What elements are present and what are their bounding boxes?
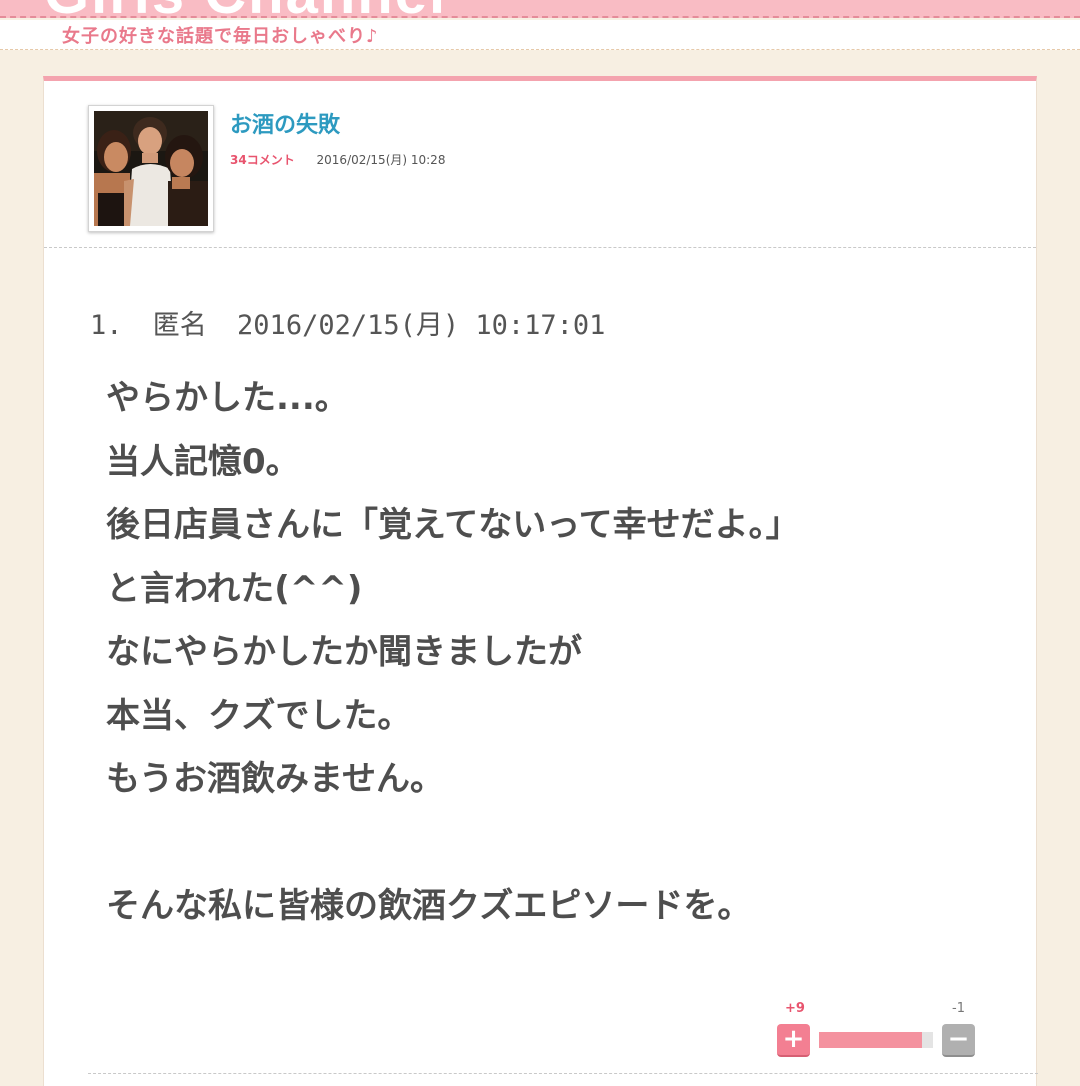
comment-divider	[88, 1073, 1038, 1074]
comment-line: 後日店員さんに「覚えてないって幸せだよ。」	[106, 505, 800, 545]
comment-line: やらかした...。	[106, 378, 349, 418]
minus-vote-count: -1	[952, 1001, 965, 1016]
minus-vote-button[interactable]: −	[942, 1024, 975, 1057]
comment-datetime: 2016/02/15(月) 10:17:01	[237, 310, 606, 341]
comment-number: 1.	[90, 310, 123, 341]
site-logo[interactable]: Girls Channel	[44, 0, 447, 16]
topic-title[interactable]: お酒の失敗	[230, 107, 340, 139]
comment-count[interactable]: 34コメント	[230, 153, 295, 167]
tagline-bar: 女子の好きな話題で毎日おしゃべり♪	[0, 20, 1080, 50]
minus-icon: −	[947, 1024, 970, 1054]
topic-card: お酒の失敗 34コメント 2016/02/15(月) 10:28 1. 匿名 2…	[43, 76, 1038, 1086]
vote-ratio-bar	[819, 1032, 933, 1048]
comment-line: もうお酒飲みません。	[106, 759, 444, 799]
topic-date: 2016/02/15(月) 10:28	[316, 153, 446, 167]
topic-meta: 34コメント 2016/02/15(月) 10:28	[230, 151, 445, 168]
comment-author: 匿名	[152, 310, 207, 341]
site-header-stripe: Girls Channel	[0, 0, 1080, 18]
plus-vote-button[interactable]: +	[777, 1024, 810, 1057]
topic-thumbnail[interactable]	[88, 105, 214, 232]
comment-line: そんな私に皆様の飲酒クズエピソードを。	[106, 886, 752, 926]
topic-header: お酒の失敗 34コメント 2016/02/15(月) 10:28	[44, 81, 1036, 248]
comment-line: なにやらかしたか聞きましたが	[106, 632, 582, 672]
topic-photo-image	[94, 111, 208, 226]
comment-line: 当人記憶0。	[106, 441, 300, 482]
comment-body: やらかした...。 当人記憶0。 後日店員さんに「覚えてないって幸せだよ。」 と…	[106, 367, 1006, 939]
comment-line: 本当、クズでした。	[106, 695, 412, 736]
site-tagline: 女子の好きな話題で毎日おしゃべり♪	[62, 26, 379, 47]
comment-line: と言われた(^^)	[106, 568, 363, 609]
plus-icon: +	[782, 1024, 805, 1054]
comment-header: 1. 匿名 2016/02/15(月) 10:17:01	[90, 303, 619, 342]
plus-vote-count: +9	[785, 1001, 805, 1016]
comment-line	[106, 812, 1006, 876]
vote-ratio-fill	[819, 1032, 922, 1048]
